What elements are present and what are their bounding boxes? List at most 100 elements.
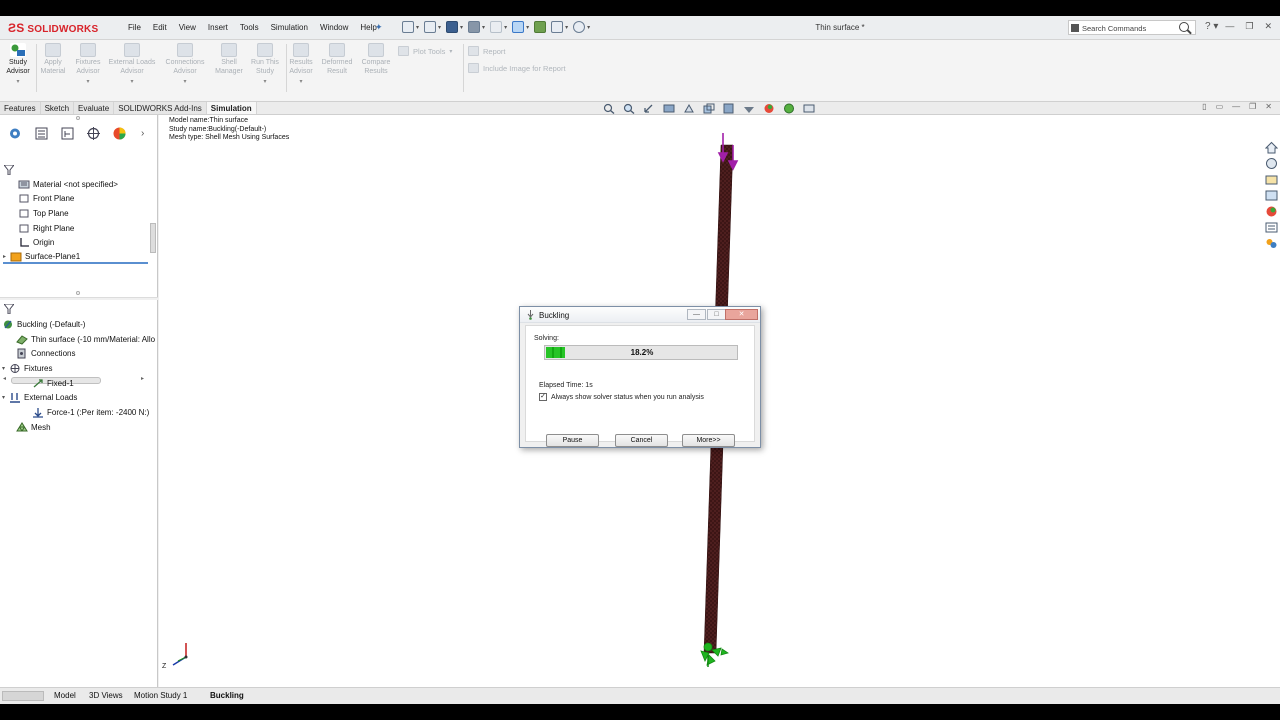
sim-tree-fixtures[interactable]: ▾ Fixtures — [2, 361, 52, 375]
viewport-close-icon[interactable]: ✕ — [1265, 102, 1272, 111]
bottom-tab-3d-views[interactable]: 3D Views — [89, 691, 123, 700]
always-show-status-checkbox[interactable]: ✓ Always show solver status when you run… — [539, 393, 704, 401]
tree-item-front-plane[interactable]: Front Plane — [18, 191, 74, 205]
menu-edit[interactable]: Edit — [147, 23, 173, 32]
run-this-study-button[interactable]: Run This Study ▾ — [248, 43, 282, 87]
view-orientation-icon[interactable] — [703, 103, 715, 114]
sim-tree-connections[interactable]: Connections — [16, 346, 75, 360]
edit-appearance-icon[interactable] — [763, 103, 775, 114]
menu-tools[interactable]: Tools — [234, 23, 265, 32]
file-properties-icon[interactable] — [551, 21, 564, 33]
configuration-manager-tab-icon[interactable] — [59, 126, 76, 141]
hide-show-items-icon[interactable] — [743, 103, 755, 114]
undo-icon[interactable] — [490, 21, 503, 33]
rebuild-icon[interactable] — [534, 21, 547, 33]
study-advisor-button[interactable]: Study Advisor ▾ — [4, 43, 32, 87]
dynamic-annotation-icon[interactable] — [683, 103, 695, 114]
menu-view[interactable]: View — [173, 23, 202, 32]
fixtures-advisor-button[interactable]: Fixtures Advisor ▾ — [72, 43, 104, 87]
property-manager-tab-icon[interactable] — [33, 126, 50, 141]
previous-view-icon[interactable] — [643, 103, 655, 114]
restore-icon[interactable]: ❐ — [1245, 21, 1253, 32]
checkbox-box[interactable]: ✓ — [539, 393, 547, 401]
sim-tree-study[interactable]: Buckling (-Default-) — [2, 317, 85, 331]
design-library-icon[interactable] — [1265, 173, 1278, 186]
solidworks-forum-icon[interactable] — [1265, 237, 1278, 250]
file-explorer-icon[interactable] — [1265, 189, 1278, 202]
tree-horizontal-scrollbar[interactable]: ◂ ▸ — [3, 375, 153, 385]
shell-manager-button[interactable]: Shell Manager — [212, 43, 246, 76]
section-view-icon[interactable] — [663, 103, 675, 114]
print-icon[interactable] — [468, 21, 481, 33]
sim-tree-force-1[interactable]: Force-1 (:Per item: -2400 N:) — [32, 405, 149, 419]
search-icon[interactable] — [1179, 22, 1189, 32]
home-icon[interactable] — [1264, 141, 1278, 154]
sim-tree-thin-surface[interactable]: Thin surface (-10 mm/Material: Allo — [16, 332, 155, 346]
search-mode-icon[interactable] — [1071, 24, 1079, 32]
sim-tree-mesh[interactable]: Mesh — [16, 420, 51, 434]
tree-filter-icon[interactable] — [4, 165, 14, 175]
tab-sketch[interactable]: Sketch — [40, 102, 75, 114]
menu-simulation[interactable]: Simulation — [265, 23, 314, 32]
plot-tools-button[interactable]: Plot Tools ▾ — [398, 46, 452, 56]
connections-advisor-button[interactable]: Connections Advisor ▾ — [160, 43, 210, 87]
tab-solidworks-addins[interactable]: SOLIDWORKS Add-Ins — [114, 102, 207, 114]
cancel-button[interactable]: Cancel — [615, 434, 668, 447]
sim-tree-filter-icon[interactable] — [4, 304, 14, 314]
pin-menu-icon[interactable]: ✦ — [375, 22, 383, 33]
resources-icon[interactable] — [1265, 157, 1278, 170]
bottom-tab-buckling[interactable]: Buckling — [210, 691, 244, 700]
minimize-icon[interactable]: — — [1225, 21, 1234, 32]
dialog-close-button[interactable]: ✕ — [725, 309, 758, 320]
panel-grip-icon[interactable] — [76, 116, 80, 120]
more-button[interactable]: More>> — [682, 434, 735, 447]
tab-simulation[interactable]: Simulation — [206, 102, 257, 114]
deformed-result-button[interactable]: Deformed Result — [318, 43, 356, 76]
help-icon[interactable]: ? ▾ — [1205, 21, 1218, 32]
expand-icon[interactable]: ▸ — [3, 253, 10, 260]
external-loads-advisor-button[interactable]: External Loads Advisor ▾ — [106, 43, 158, 87]
tabs-more-icon[interactable]: › — [141, 128, 144, 139]
dimxpert-manager-tab-icon[interactable] — [85, 126, 102, 141]
tree-item-material[interactable]: Material <not specified> — [18, 177, 118, 191]
save-icon[interactable] — [446, 21, 459, 33]
options-gear-icon[interactable] — [573, 21, 586, 33]
collapse-icon[interactable]: ▾ — [2, 365, 9, 372]
select-icon[interactable] — [512, 21, 525, 33]
menu-insert[interactable]: Insert — [202, 23, 234, 32]
panel-splitter[interactable] — [0, 297, 158, 300]
tab-features[interactable]: Features — [0, 102, 41, 114]
tree-item-origin[interactable]: Origin — [18, 235, 54, 249]
dialog-maximize-button[interactable]: □ — [707, 309, 726, 320]
display-style-icon[interactable] — [723, 103, 735, 114]
bottom-tab-motion-study[interactable]: Motion Study 1 — [134, 691, 187, 700]
dialog-title-bar[interactable]: Buckling — □ ✕ — [520, 307, 760, 323]
zoom-to-area-icon[interactable] — [623, 103, 635, 114]
tab-scroll-arrows[interactable] — [2, 691, 44, 701]
menu-file[interactable]: File — [122, 23, 147, 32]
tree-item-surface-plane1[interactable]: ▸ Surface-Plane1 — [3, 250, 148, 264]
collapse-icon[interactable]: ▾ — [2, 394, 9, 401]
results-advisor-button[interactable]: Results Advisor ▾ — [286, 43, 316, 87]
open-icon[interactable] — [424, 21, 437, 33]
view-settings-icon[interactable] — [803, 103, 815, 114]
tree-vertical-scrollbar[interactable] — [149, 173, 157, 270]
tree-item-right-plane[interactable]: Right Plane — [18, 221, 74, 235]
panel-splitter-grip-icon[interactable] — [76, 291, 80, 295]
apply-scene-icon[interactable] — [783, 103, 795, 114]
solidworks-logo[interactable]: ƧS SOLIDWORKS — [8, 21, 98, 35]
tab-evaluate[interactable]: Evaluate — [74, 102, 115, 114]
include-image-for-report-button[interactable]: Include Image for Report — [468, 63, 566, 73]
viewport-minimize-icon[interactable]: — — [1232, 102, 1240, 111]
viewport-tile-icon[interactable]: ▭ — [1216, 102, 1224, 111]
new-document-icon[interactable] — [402, 21, 414, 33]
pause-button[interactable]: Pause — [546, 434, 599, 447]
menu-window[interactable]: Window — [314, 23, 354, 32]
close-icon[interactable]: ✕ — [1264, 21, 1272, 32]
sim-tree-external-loads[interactable]: ▾ External Loads — [2, 390, 77, 404]
search-commands-input[interactable]: Search Commands — [1068, 20, 1196, 35]
zoom-to-fit-icon[interactable] — [603, 103, 615, 114]
feature-manager-tab-icon[interactable] — [7, 126, 24, 141]
viewport-split-icon[interactable]: ▯ — [1202, 102, 1206, 111]
sim-tree-fixed-1[interactable]: Fixed-1 — [32, 376, 74, 390]
